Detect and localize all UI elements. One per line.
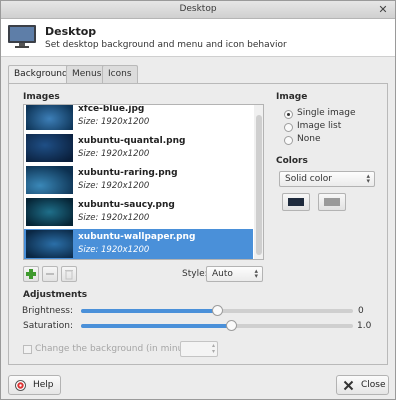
monitor-icon — [8, 25, 36, 48]
image-size: Size: 1920x1200 — [78, 149, 150, 159]
image-name: xfce-blue.jpg — [78, 104, 145, 114]
image-size: Size: 1920x1200 — [78, 181, 150, 191]
style-label: Style: — [182, 269, 208, 279]
minutes-spinner[interactable]: ▴ ▾ — [180, 341, 218, 357]
image-section-title: Image — [276, 92, 308, 102]
close-icon — [343, 380, 354, 391]
add-image-button[interactable] — [23, 266, 39, 282]
images-section-title: Images — [23, 92, 60, 102]
saturation-slider[interactable] — [81, 320, 353, 331]
image-name: xubuntu-raring.png — [78, 168, 178, 178]
scrollbar-thumb[interactable] — [256, 115, 262, 255]
image-size: Size: 1920x1200 — [78, 117, 150, 127]
tab-icons[interactable]: Icons — [102, 65, 138, 83]
image-name: xubuntu-wallpaper.png — [78, 232, 196, 242]
color-mode-value: Solid color — [285, 174, 332, 184]
wallpaper-thumbnail — [26, 105, 73, 130]
secondary-color-button[interactable] — [318, 193, 346, 211]
adjustments-section-title: Adjustments — [23, 290, 88, 300]
brightness-value: 0 — [358, 306, 364, 316]
image-name: xubuntu-saucy.png — [78, 200, 175, 210]
help-label: Help — [33, 380, 54, 390]
trash-image-button[interactable] — [61, 266, 77, 282]
change-background-checkbox[interactable] — [23, 345, 32, 354]
radio-single-image[interactable] — [284, 110, 293, 119]
image-name: xubuntu-quantal.png — [78, 136, 186, 146]
list-item-xfce-blue[interactable]: xfce-blue.jpg Size: 1920x1200 — [24, 104, 253, 131]
radio-image-list[interactable] — [284, 123, 293, 132]
help-icon — [15, 380, 26, 391]
saturation-slider-fill — [81, 324, 231, 328]
saturation-label: Saturation: — [23, 321, 73, 331]
brightness-label: Brightness: — [22, 306, 73, 316]
style-dropdown[interactable]: Auto ▴ ▾ — [206, 266, 263, 282]
secondary-color-swatch — [324, 198, 340, 206]
close-label: Close — [361, 380, 386, 390]
window-title: Desktop — [179, 4, 217, 14]
saturation-slider-handle[interactable] — [226, 320, 237, 331]
image-size: Size: 1920x1200 — [78, 245, 150, 255]
wallpaper-thumbnail — [26, 166, 73, 194]
brightness-slider-fill — [81, 309, 217, 313]
list-item-xubuntu-saucy[interactable]: xubuntu-saucy.png Size: 1920x1200 — [24, 197, 253, 227]
desktop-settings-window: Desktop ✕ Desktop Set desktop background… — [0, 0, 396, 400]
radio-image-list-label: Image list — [297, 121, 342, 131]
titlebar[interactable]: Desktop ✕ — [1, 1, 395, 19]
image-list-scrollbar[interactable] — [254, 105, 263, 259]
tab-background[interactable]: Background — [8, 65, 74, 84]
list-item-xubuntu-raring[interactable]: xubuntu-raring.png Size: 1920x1200 — [24, 165, 253, 195]
remove-image-button[interactable] — [42, 266, 58, 282]
window-close-icon[interactable]: ✕ — [377, 4, 389, 16]
colors-section-title: Colors — [276, 156, 308, 166]
minus-icon — [46, 273, 54, 275]
wallpaper-thumbnail — [26, 198, 73, 226]
spinner-arrows-icon: ▴ ▾ — [211, 342, 215, 355]
wallpaper-thumbnail — [26, 134, 73, 162]
radio-none-label: None — [297, 134, 321, 144]
updown-arrows-icon: ▴ ▾ — [366, 172, 370, 185]
primary-color-button[interactable] — [282, 193, 310, 211]
image-size: Size: 1920x1200 — [78, 213, 150, 223]
wallpaper-thumbnail — [26, 230, 73, 258]
saturation-value: 1.0 — [357, 321, 372, 331]
style-value: Auto — [212, 269, 233, 279]
header-title: Desktop — [45, 25, 97, 38]
list-item-xubuntu-quantal[interactable]: xubuntu-quantal.png Size: 1920x1200 — [24, 133, 253, 163]
radio-none[interactable] — [284, 136, 293, 145]
updown-arrows-icon: ▴ ▾ — [254, 267, 258, 280]
dialog-header: Desktop Set desktop background and menu … — [1, 19, 395, 57]
brightness-slider[interactable] — [81, 305, 353, 316]
list-item-xubuntu-wallpaper[interactable]: xubuntu-wallpaper.png Size: 1920x1200 — [24, 229, 253, 259]
help-button[interactable]: Help — [8, 375, 61, 395]
color-mode-dropdown[interactable]: Solid color ▴ ▾ — [279, 171, 375, 187]
change-background-label: Change the background (in minutes): — [35, 344, 204, 354]
plus-icon — [26, 269, 36, 279]
header-subtitle: Set desktop background and menu and icon… — [45, 40, 287, 50]
brightness-slider-handle[interactable] — [212, 305, 223, 316]
close-button[interactable]: Close — [336, 375, 389, 395]
trash-icon — [65, 270, 73, 280]
primary-color-swatch — [288, 198, 304, 206]
radio-single-image-label: Single image — [297, 108, 356, 118]
image-list[interactable]: xfce-blue.jpg Size: 1920x1200 xubuntu-qu… — [23, 104, 264, 260]
